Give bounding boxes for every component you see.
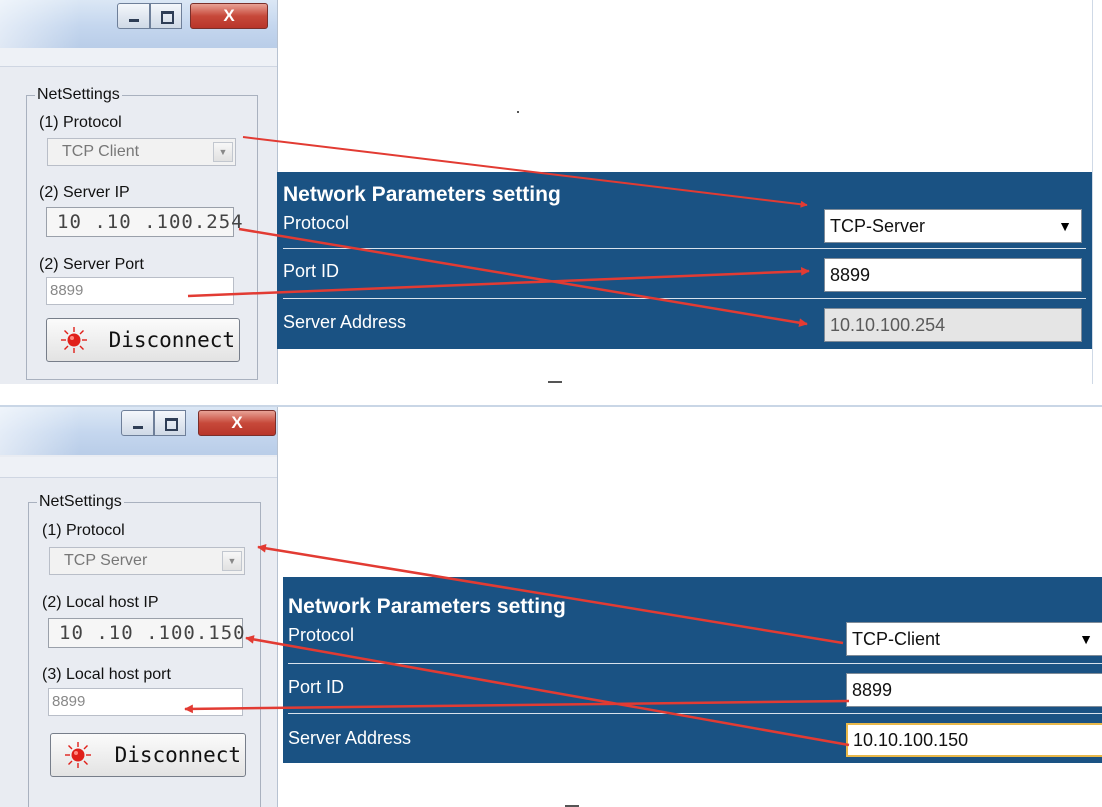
disconnect-label: Disconnect [114,743,241,767]
close-button[interactable]: X [190,3,268,29]
client-window: X NetSettings (1) Protocol TCP Client ▼ … [0,0,278,384]
stray-dot [517,111,519,113]
protocol-value: TCP Server [64,552,148,569]
close-icon: X [223,6,235,25]
chevron-down-icon: ▼ [222,551,242,571]
protocol-select[interactable]: TCP-Server ▼ [824,209,1082,243]
network-parameters-panel: Network Parameters setting Protocol TCP-… [283,577,1102,763]
protocol-value: TCP-Client [852,629,941,649]
network-parameters-panel: Network Parameters setting Protocol TCP-… [277,172,1092,349]
divider [288,663,1102,664]
server-address-label: Server Address [288,728,412,748]
server-address-label: Server Address [283,312,407,332]
panel-title: Network Parameters setting [283,183,561,206]
protocol-label: (1) Protocol [42,522,125,539]
protocol-select[interactable]: TCP-Client ▼ [846,622,1102,656]
title-bar: X [0,407,277,455]
maximize-button[interactable] [154,410,186,436]
server-address-input[interactable]: 10.10.100.150 [846,723,1102,757]
port-id-input[interactable]: 8899 [824,258,1082,292]
minimize-button[interactable] [121,410,154,436]
minimize-button[interactable] [117,3,150,29]
server-address-input[interactable]: 10.10.100.254 [824,308,1082,342]
server-ip-label: (2) Server IP [39,184,130,201]
top-screenshot: X NetSettings (1) Protocol TCP Client ▼ … [0,0,1102,384]
disconnect-button[interactable]: Disconnect [46,318,240,362]
close-icon: X [231,413,243,432]
protocol-label: (1) Protocol [39,114,122,131]
chevron-down-icon: ▼ [1079,631,1093,647]
close-button[interactable]: X [198,410,276,436]
server-ip-input[interactable]: 10 .10 .100.254 [46,207,243,237]
disconnect-label: Disconnect [108,328,235,352]
port-id-label: Port ID [288,677,345,697]
local-host-ip-input[interactable]: 10 .10 .100.150 [48,618,245,648]
red-led-icon [65,742,91,768]
client-window: X NetSettings (1) Protocol TCP Server ▼ … [0,407,278,807]
chevron-down-icon: ▼ [213,142,233,162]
group-title: NetSettings [35,86,122,104]
stray-mark [548,381,562,383]
menu-bar [0,457,277,478]
title-bar: X [0,0,277,48]
protocol-label: Protocol [288,625,355,645]
page-edge [1092,0,1101,384]
divider [283,298,1086,299]
protocol-value: TCP-Server [830,216,926,236]
port-id-input[interactable]: 8899 [846,673,1102,707]
red-led-icon [61,327,87,353]
port-id-label: Port ID [283,261,340,281]
group-title: NetSettings [37,493,124,511]
divider [283,248,1086,249]
local-host-port-label: (3) Local host port [42,666,171,683]
protocol-select[interactable]: TCP Server ▼ [49,547,245,575]
maximize-button[interactable] [150,3,182,29]
server-port-input[interactable]: 8899 [46,277,234,305]
panel-gap [0,384,1102,407]
divider [288,713,1102,714]
protocol-label: Protocol [283,213,350,233]
protocol-select[interactable]: TCP Client ▼ [47,138,236,166]
panel-title: Network Parameters setting [288,595,566,618]
bottom-screenshot: X NetSettings (1) Protocol TCP Server ▼ … [0,407,1102,807]
local-host-ip-label: (2) Local host IP [42,594,159,611]
protocol-value: TCP Client [62,143,140,160]
chevron-down-icon: ▼ [1058,218,1072,234]
menu-bar [0,48,277,67]
server-port-label: (2) Server Port [39,256,144,273]
local-host-port-input[interactable]: 8899 [48,688,243,716]
disconnect-button[interactable]: Disconnect [50,733,246,777]
